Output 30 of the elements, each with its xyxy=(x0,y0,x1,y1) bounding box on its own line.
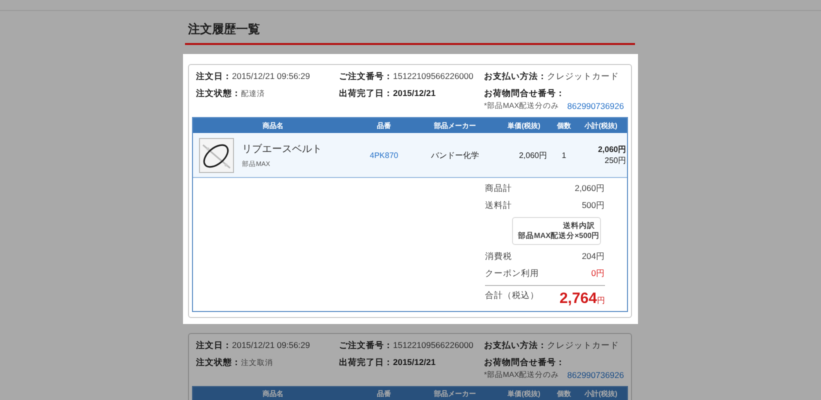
total-amount: 2,764円 xyxy=(559,290,605,306)
summary-value: 500円 xyxy=(582,200,605,212)
order-field: ご注文番号：15122109566226000 xyxy=(339,340,484,352)
ship-date: 出荷完了日：2015/12/21 xyxy=(339,88,437,100)
summary-value: 0円 xyxy=(591,268,605,280)
summary-value: 204円 xyxy=(582,250,605,262)
order-field: 注文日：2015/12/21 09:56:29 xyxy=(196,340,339,352)
summary-label: 消費税 xyxy=(485,250,512,262)
total-label: 合計（税込） xyxy=(485,290,539,302)
summary-label: クーポン利用 xyxy=(485,268,539,280)
shipping-cell: 250円 xyxy=(604,155,626,166)
quantity-cell-text: 1 xyxy=(560,150,568,160)
order-field: 注文日：2015/12/21 09:56:29 xyxy=(196,71,339,83)
tracking-label: お荷物問合せ番号： xyxy=(484,88,566,100)
part-number-link[interactable]: 4PK870 xyxy=(353,150,415,160)
maker-cell-text: バンドー化学 xyxy=(430,150,480,160)
summary-label: 商品計 xyxy=(485,183,512,195)
order-field: ご注文番号：15122109566226000 xyxy=(339,71,484,83)
ship-date: 出荷完了日：2015/12/21 xyxy=(339,356,437,368)
subtotal-cell: 2,060円 xyxy=(598,144,626,155)
tracking-link[interactable]: 862990736926 xyxy=(567,101,624,111)
order-field: お支払い方法：クレジットカード xyxy=(484,71,624,83)
product-name: リブエースベルト xyxy=(242,142,322,156)
page-title: 注文履歴一覧 xyxy=(188,21,260,38)
tracking-link[interactable]: 862990736926 xyxy=(567,370,624,380)
summary-value: 2,060円 xyxy=(574,183,605,195)
summary-label: 送料計 xyxy=(485,200,512,212)
order-field: お支払い方法：クレジットカード xyxy=(484,340,624,352)
tracking-label: お荷物問合せ番号： xyxy=(484,356,566,368)
price-cell-text: 2,060円 xyxy=(518,150,548,160)
